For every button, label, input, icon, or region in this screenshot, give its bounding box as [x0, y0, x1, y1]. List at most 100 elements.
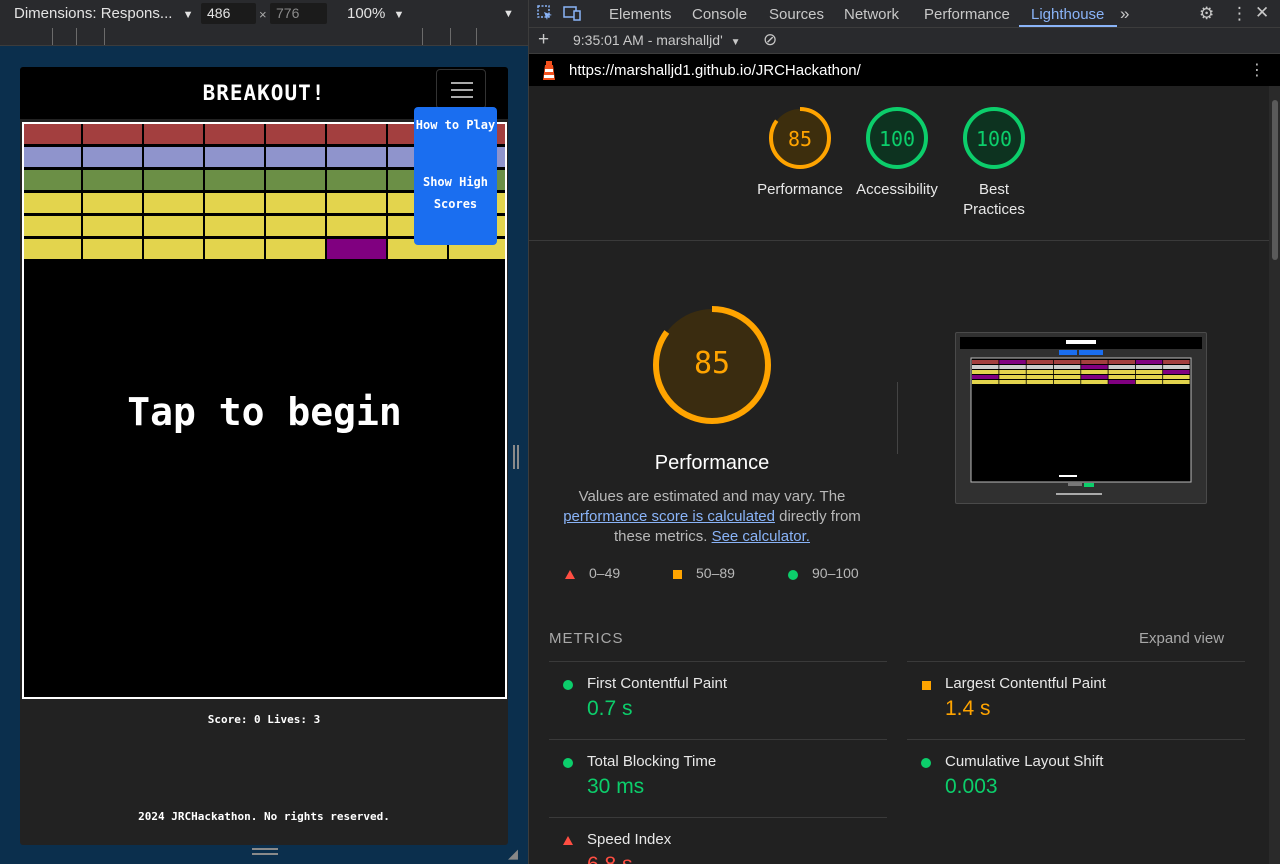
- brick: [144, 216, 203, 236]
- report-url-bar: https://marshalljd1.github.io/JRCHackath…: [529, 54, 1280, 86]
- thumbnail-brick: [1053, 360, 1081, 364]
- brick: [327, 124, 386, 144]
- dimensions-dropdown[interactable]: Dimensions: Respons... ▼: [14, 5, 193, 22]
- thumbnail-brick: [1026, 365, 1054, 369]
- brick: [83, 124, 142, 144]
- brick: [24, 124, 81, 144]
- kebab-menu-icon[interactable]: ⋮: [1249, 60, 1265, 80]
- tab-console[interactable]: Console: [692, 6, 747, 23]
- brick: [266, 147, 325, 167]
- game-title: BREAKOUT!: [202, 81, 326, 105]
- pass-circle-icon: [563, 758, 573, 768]
- brick: [205, 147, 264, 167]
- thumbnail-brick: [1135, 360, 1163, 364]
- brick: [266, 170, 325, 190]
- width-input[interactable]: 486: [201, 3, 256, 24]
- see-calculator-link[interactable]: See calculator.: [712, 528, 810, 545]
- thumbnail-brick: [999, 370, 1026, 374]
- report-url[interactable]: https://marshalljd1.github.io/JRCHackath…: [569, 62, 861, 79]
- thumbnail-brick: [972, 375, 999, 379]
- metric-name: First Contentful Paint: [587, 675, 728, 692]
- score-lives-text: Score: 0 Lives: 3: [207, 713, 321, 726]
- lighthouse-toolbar: + 9:35:01 AM - marshalljd' ▼ ⊘: [529, 28, 1280, 54]
- brick: [83, 170, 142, 190]
- tab-elements[interactable]: Elements: [609, 6, 672, 23]
- device-toggle-icon[interactable]: [563, 5, 581, 25]
- vertical-divider: [897, 382, 898, 454]
- accessibility-score: 100: [878, 127, 916, 151]
- corner-resize-icon[interactable]: ◢: [508, 846, 518, 862]
- close-icon[interactable]: ✕: [1255, 3, 1269, 23]
- brick: [24, 239, 81, 259]
- thumbnail-brick: [1108, 360, 1135, 364]
- thumbnail-brick: [1053, 365, 1081, 369]
- brick: [205, 170, 264, 190]
- more-tabs-icon[interactable]: »: [1120, 4, 1129, 24]
- brick: [144, 239, 203, 259]
- gear-icon[interactable]: ⚙: [1199, 4, 1214, 24]
- thumbnail-brick: [1081, 370, 1108, 374]
- more-options-chevron-icon[interactable]: ▼: [503, 8, 514, 20]
- thumbnail-brick: [1135, 375, 1163, 379]
- average-square-icon: [673, 570, 682, 579]
- brick: [144, 193, 203, 213]
- tab-network[interactable]: Network: [844, 6, 899, 23]
- kebab-menu-icon[interactable]: ⋮: [1231, 4, 1248, 24]
- clear-reports-icon[interactable]: ⊘: [763, 30, 777, 50]
- brick: [144, 170, 203, 190]
- height-input[interactable]: 776: [270, 3, 327, 24]
- chevron-down-icon: ▼: [730, 37, 741, 48]
- brick: [24, 170, 81, 190]
- thumbnail-brick: [1081, 360, 1108, 364]
- brick: [144, 124, 203, 144]
- thumbnail-brick: [1135, 380, 1163, 384]
- brick: [83, 239, 142, 259]
- metric-first-contentful-paint: First Contentful Paint 0.7 s: [549, 661, 887, 739]
- tab-sources[interactable]: Sources: [769, 6, 824, 23]
- metric-speed-index: Speed Index 6.8 s: [549, 817, 887, 864]
- tab-performance[interactable]: Performance: [924, 6, 1010, 23]
- brick: [24, 216, 81, 236]
- report-selector[interactable]: 9:35:01 AM - marshalljd' ▼: [573, 32, 741, 48]
- final-screenshot-thumbnail[interactable]: [955, 332, 1207, 504]
- inspect-element-icon[interactable]: [537, 5, 553, 25]
- thumbnail-brick: [1163, 380, 1190, 384]
- zoom-dropdown[interactable]: 100% ▼: [347, 5, 404, 22]
- tap-to-begin-text: Tap to begin: [127, 390, 402, 434]
- scrollbar-thumb[interactable]: [1272, 100, 1278, 260]
- nav-dropdown-menu: How to Play Show High Scores: [414, 107, 497, 245]
- score-calculated-link[interactable]: performance score is calculated: [563, 508, 775, 525]
- brick: [144, 147, 203, 167]
- thumbnail-brick: [1053, 380, 1081, 384]
- hamburger-menu-icon[interactable]: [436, 69, 486, 109]
- fail-triangle-icon: [565, 570, 575, 579]
- expand-view-button[interactable]: Expand view: [1139, 630, 1224, 647]
- brick: [24, 147, 81, 167]
- thumbnail-brick: [972, 365, 999, 369]
- dimensions-label: Dimensions: Respons...: [14, 5, 173, 22]
- thumbnail-brick: [1163, 360, 1190, 364]
- brick: [327, 216, 386, 236]
- thumbnail-brick: [1053, 370, 1081, 374]
- legend-pass-range: 90–100: [812, 565, 859, 581]
- panel-splitter-handle[interactable]: [513, 445, 519, 469]
- brick: [83, 147, 142, 167]
- report-scrollbar[interactable]: [1269, 86, 1280, 864]
- best-practices-label: Best Practices: [963, 181, 1025, 218]
- performance-score: 85: [787, 127, 813, 151]
- how-to-play-link[interactable]: How to Play: [414, 114, 497, 136]
- device-resize-handle[interactable]: [252, 848, 278, 855]
- thumbnail-brick: [1053, 375, 1081, 379]
- brick: [205, 216, 264, 236]
- brick: [205, 124, 264, 144]
- new-report-plus-icon[interactable]: +: [538, 29, 549, 51]
- thumbnail-brick: [1135, 370, 1163, 374]
- accessibility-label: Accessibility: [856, 181, 938, 198]
- thumbnail-brick: [972, 370, 999, 374]
- brick: [83, 216, 142, 236]
- show-high-scores-link[interactable]: Show High Scores: [414, 171, 497, 215]
- performance-label: Performance: [757, 181, 843, 198]
- metric-largest-contentful-paint: Largest Contentful Paint 1.4 s: [907, 661, 1245, 739]
- tab-lighthouse[interactable]: Lighthouse: [1031, 6, 1104, 23]
- zoom-label: 100%: [347, 5, 386, 22]
